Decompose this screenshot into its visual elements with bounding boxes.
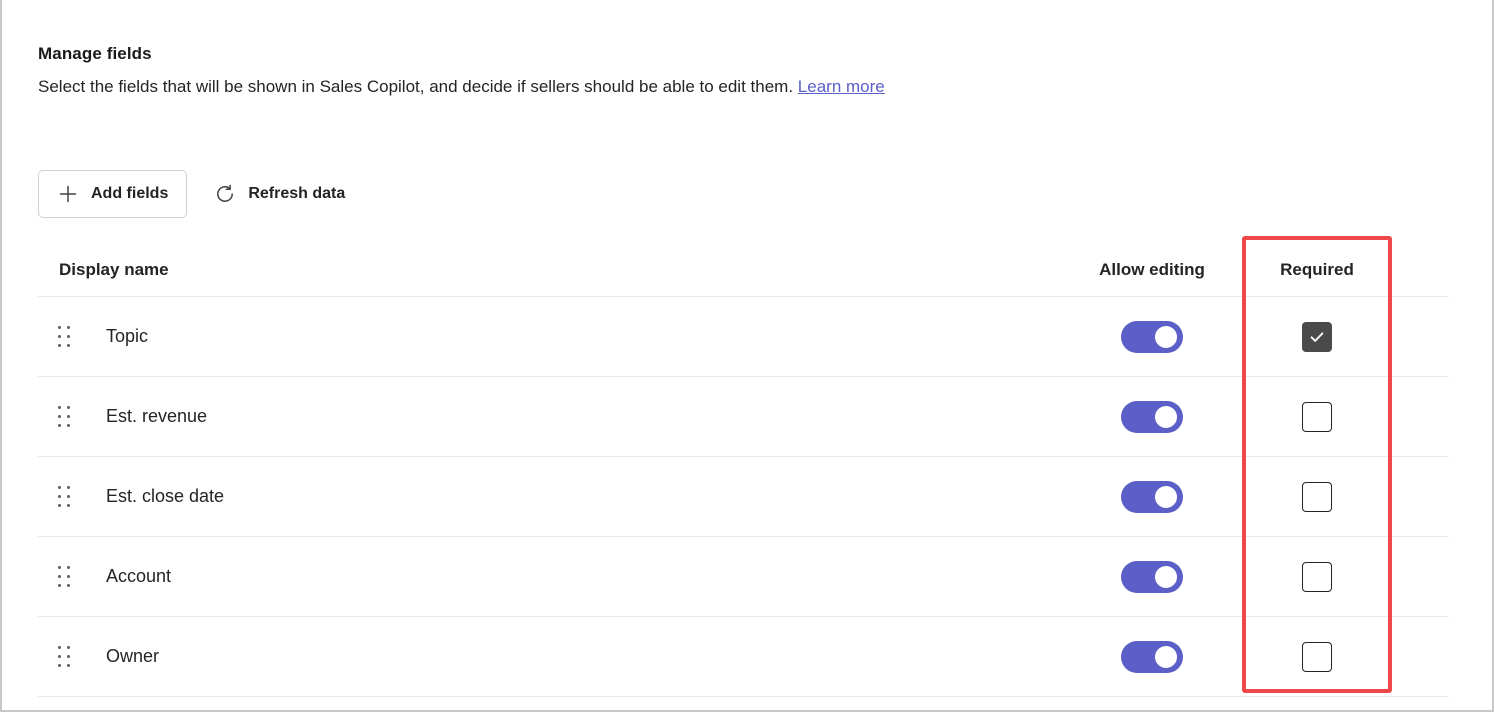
row-display-name-cell: Owner: [38, 646, 1062, 668]
field-name-label: Topic: [106, 326, 148, 347]
manage-fields-panel: Manage fields Select the fields that wil…: [0, 0, 1494, 712]
header-cell-required: Required: [1242, 244, 1392, 300]
table-row: Est. close date: [38, 457, 1449, 537]
table-row: Topic: [38, 297, 1449, 377]
row-display-name-cell: Topic: [38, 326, 1062, 348]
row-required-cell: [1242, 482, 1392, 512]
row-display-name-cell: Est. close date: [38, 486, 1062, 508]
row-allow-editing-cell: [1062, 641, 1242, 673]
add-fields-label: Add fields: [91, 185, 168, 203]
toggle-knob: [1155, 486, 1177, 508]
allow-editing-toggle[interactable]: [1121, 641, 1183, 673]
column-header-display-name: Display name: [38, 260, 169, 280]
row-required-cell: [1242, 562, 1392, 592]
learn-more-link[interactable]: Learn more: [798, 77, 885, 96]
field-name-label: Account: [106, 566, 171, 587]
header-cell-display-name: Display name: [38, 244, 1062, 300]
drag-handle-icon[interactable]: [55, 486, 73, 508]
required-checkbox[interactable]: [1302, 402, 1332, 432]
add-fields-button[interactable]: Add fields: [38, 170, 187, 218]
allow-editing-toggle[interactable]: [1121, 561, 1183, 593]
column-header-allow-editing: Allow editing: [1099, 260, 1205, 280]
fields-table: Display name Allow editing Required Topi…: [38, 244, 1449, 697]
allow-editing-toggle[interactable]: [1121, 481, 1183, 513]
toggle-knob: [1155, 406, 1177, 428]
table-row: Owner: [38, 617, 1449, 697]
field-name-label: Est. close date: [106, 486, 224, 507]
required-checkbox[interactable]: [1302, 322, 1332, 352]
table-row: Est. revenue: [38, 377, 1449, 457]
required-checkbox[interactable]: [1302, 562, 1332, 592]
drag-handle-icon[interactable]: [55, 646, 73, 668]
row-allow-editing-cell: [1062, 321, 1242, 353]
allow-editing-toggle[interactable]: [1121, 321, 1183, 353]
required-checkbox[interactable]: [1302, 482, 1332, 512]
drag-handle-icon[interactable]: [55, 326, 73, 348]
row-required-cell: [1242, 642, 1392, 672]
row-display-name-cell: Est. revenue: [38, 406, 1062, 428]
header-cell-allow-editing: Allow editing: [1062, 244, 1242, 300]
field-name-label: Owner: [106, 646, 159, 667]
refresh-data-button[interactable]: Refresh data: [205, 170, 354, 218]
table-row: Account: [38, 537, 1449, 617]
row-allow-editing-cell: [1062, 401, 1242, 433]
row-allow-editing-cell: [1062, 561, 1242, 593]
refresh-icon: [214, 183, 236, 205]
row-allow-editing-cell: [1062, 481, 1242, 513]
panel-description-text: Select the fields that will be shown in …: [38, 77, 793, 96]
row-required-cell: [1242, 322, 1392, 352]
field-name-label: Est. revenue: [106, 406, 207, 427]
panel-header: Manage fields Select the fields that wil…: [38, 42, 1458, 100]
table-header-row: Display name Allow editing Required: [38, 244, 1449, 297]
refresh-data-label: Refresh data: [248, 185, 345, 203]
drag-handle-icon[interactable]: [55, 566, 73, 588]
toggle-knob: [1155, 646, 1177, 668]
required-checkbox[interactable]: [1302, 642, 1332, 672]
column-header-required: Required: [1280, 260, 1354, 280]
page-title: Manage fields: [38, 42, 1458, 66]
row-display-name-cell: Account: [38, 566, 1062, 588]
toggle-knob: [1155, 566, 1177, 588]
row-required-cell: [1242, 402, 1392, 432]
plus-icon: [57, 183, 79, 205]
toggle-knob: [1155, 326, 1177, 348]
panel-description: Select the fields that will be shown in …: [38, 74, 1458, 100]
allow-editing-toggle[interactable]: [1121, 401, 1183, 433]
checkmark-icon: [1308, 328, 1326, 346]
toolbar: Add fields Refresh data: [38, 170, 354, 218]
drag-handle-icon[interactable]: [55, 406, 73, 428]
